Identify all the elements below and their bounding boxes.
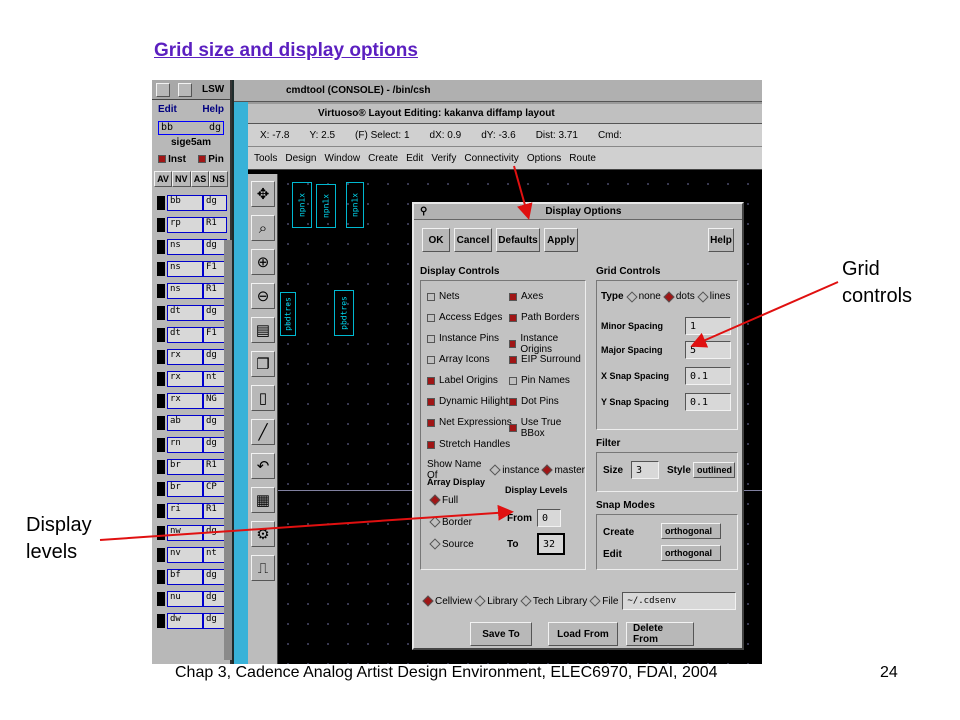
slide-footer: Chap 3, Cadence Analog Artist Design Env… <box>175 664 718 681</box>
page-number: 24 <box>880 664 898 681</box>
grid-controls-arrow <box>690 281 839 348</box>
options-menu-arrow <box>513 165 533 220</box>
display-levels-arrow <box>99 504 514 541</box>
annotation-arrows <box>99 165 839 541</box>
